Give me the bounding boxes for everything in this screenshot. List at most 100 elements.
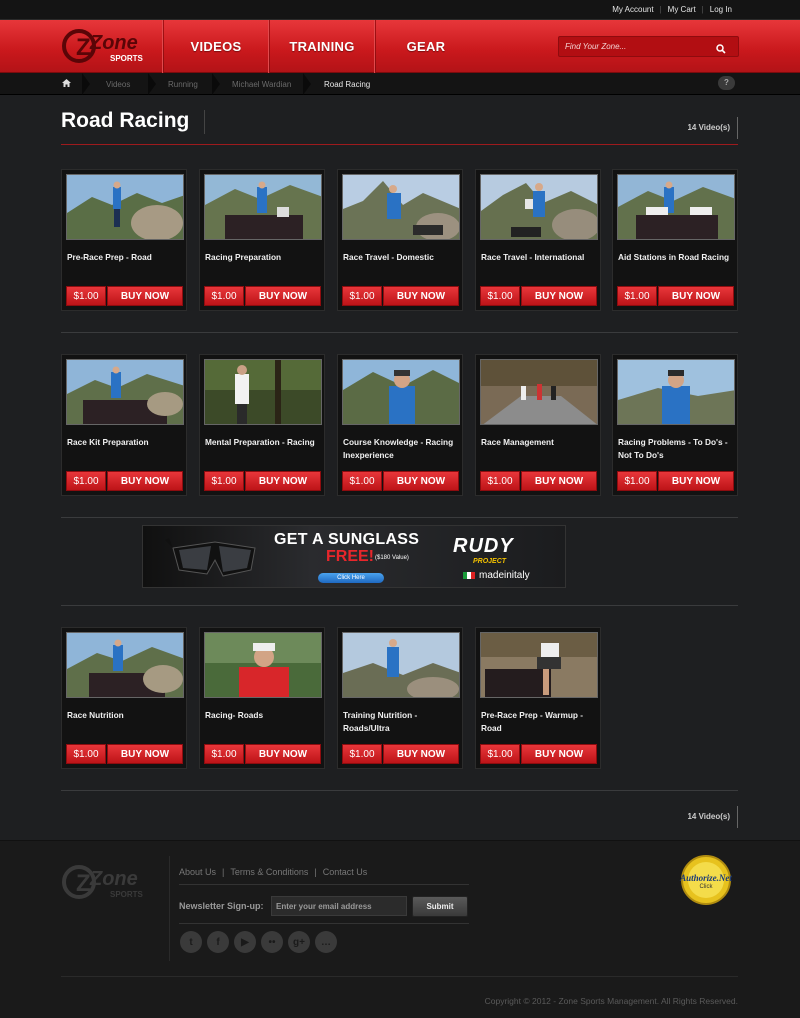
- video-thumbnail[interactable]: [480, 359, 598, 425]
- sunglass-promo-banner[interactable]: GET A SUNGLASS FREE! ($180 Value) Click …: [142, 525, 566, 588]
- price-tag[interactable]: $1.00: [342, 286, 382, 306]
- breadcrumb-videos[interactable]: Videos: [106, 80, 130, 89]
- footer-divider: [169, 856, 170, 961]
- video-thumbnail[interactable]: [66, 359, 184, 425]
- price-tag[interactable]: $1.00: [204, 286, 244, 306]
- search-icon[interactable]: [716, 41, 726, 59]
- video-title[interactable]: Race Management: [480, 436, 596, 464]
- price-tag[interactable]: $1.00: [480, 286, 520, 306]
- footer-logo[interactable]: Z Zone SPORTS: [60, 863, 152, 903]
- nav-training[interactable]: TRAINING: [270, 20, 374, 73]
- buy-now-button[interactable]: BUY NOW: [658, 286, 734, 306]
- buy-now-button[interactable]: BUY NOW: [658, 471, 734, 491]
- video-thumbnail[interactable]: [480, 174, 598, 240]
- video-thumbnail[interactable]: [342, 632, 460, 698]
- video-thumbnail[interactable]: [480, 632, 598, 698]
- twitter-icon[interactable]: t: [180, 931, 202, 953]
- video-title[interactable]: Training Nutrition - Roads/Ultra: [342, 709, 458, 737]
- banner-headline: GET A SUNGLASS: [274, 531, 420, 548]
- price-tag[interactable]: $1.00: [204, 471, 244, 491]
- google-plus-icon[interactable]: g+: [288, 931, 310, 953]
- home-icon[interactable]: [62, 79, 71, 89]
- nav-videos[interactable]: VIDEOS: [164, 20, 268, 73]
- price-tag[interactable]: $1.00: [66, 286, 106, 306]
- video-title[interactable]: Race Nutrition: [66, 709, 182, 737]
- log-in-link[interactable]: Log In: [704, 5, 738, 14]
- buy-now-button[interactable]: BUY NOW: [107, 744, 183, 764]
- video-card: Race Management $1.00 BUY NOW: [475, 354, 601, 496]
- video-thumbnail[interactable]: [617, 359, 735, 425]
- video-title[interactable]: Racing Problems - To Do's - Not To Do's: [617, 436, 733, 464]
- video-title[interactable]: Racing- Roads: [204, 709, 320, 737]
- buy-now-button[interactable]: BUY NOW: [383, 286, 459, 306]
- video-title[interactable]: Race Kit Preparation: [66, 436, 182, 464]
- video-title[interactable]: Race Travel - International: [480, 251, 596, 279]
- authorize-net-seal[interactable]: Authorize.Net Click: [674, 854, 738, 912]
- price-tag[interactable]: $1.00: [617, 286, 657, 306]
- price-tag[interactable]: $1.00: [480, 471, 520, 491]
- page-title: Road Racing: [61, 109, 190, 132]
- video-thumbnail[interactable]: [204, 632, 322, 698]
- svg-text:Z: Z: [76, 870, 91, 897]
- price-tag[interactable]: $1.00: [204, 744, 244, 764]
- link-separator: |: [314, 867, 317, 877]
- breadcrumb-running[interactable]: Running: [168, 80, 198, 89]
- video-title[interactable]: Pre-Race Prep - Road: [66, 251, 182, 279]
- newsletter-submit-button[interactable]: Submit: [412, 896, 468, 917]
- video-title[interactable]: Mental Preparation - Racing: [204, 436, 320, 464]
- buy-now-button[interactable]: BUY NOW: [521, 286, 597, 306]
- newsletter-email-input[interactable]: [271, 896, 407, 916]
- footer-links: About Us | Terms & Conditions | Contact …: [179, 867, 367, 877]
- flickr-icon[interactable]: ••: [261, 931, 283, 953]
- about-us-link[interactable]: About Us: [179, 867, 216, 877]
- search-input[interactable]: [565, 42, 705, 51]
- video-title[interactable]: Pre-Race Prep - Warmup - Road: [480, 709, 596, 737]
- chat-icon[interactable]: …: [315, 931, 337, 953]
- video-count-bottom: 14 Video(s): [687, 812, 730, 821]
- breadcrumb-arrow: [148, 73, 156, 95]
- newsletter-label: Newsletter Sign-up:: [179, 901, 264, 911]
- nav-gear[interactable]: GEAR: [376, 20, 476, 73]
- buy-now-button[interactable]: BUY NOW: [245, 471, 321, 491]
- zone-sports-logo[interactable]: Z Zone SPORTS: [60, 27, 152, 67]
- my-cart-link[interactable]: My Cart: [662, 5, 702, 14]
- video-thumbnail[interactable]: [204, 359, 322, 425]
- video-thumbnail[interactable]: [617, 174, 735, 240]
- buy-now-button[interactable]: BUY NOW: [383, 744, 459, 764]
- video-card: Race Kit Preparation $1.00 BUY NOW: [61, 354, 187, 496]
- buy-now-button[interactable]: BUY NOW: [107, 286, 183, 306]
- youtube-icon[interactable]: ▶: [234, 931, 256, 953]
- banner-click-here-button[interactable]: Click Here: [318, 573, 384, 583]
- video-card: Course Knowledge - Racing Inexperience $…: [337, 354, 463, 496]
- buy-now-button[interactable]: BUY NOW: [521, 744, 597, 764]
- rudy-project-logo: RUDY: [453, 535, 514, 557]
- buy-now-button[interactable]: BUY NOW: [107, 471, 183, 491]
- video-thumbnail[interactable]: [204, 174, 322, 240]
- price-tag[interactable]: $1.00: [617, 471, 657, 491]
- price-tag[interactable]: $1.00: [66, 744, 106, 764]
- breadcrumb-michael-wardian[interactable]: Michael Wardian: [232, 80, 291, 89]
- video-thumbnail[interactable]: [342, 174, 460, 240]
- video-thumbnail[interactable]: [66, 174, 184, 240]
- contact-us-link[interactable]: Contact Us: [323, 867, 368, 877]
- buy-row: $1.00 BUY NOW: [342, 744, 459, 764]
- buy-now-button[interactable]: BUY NOW: [521, 471, 597, 491]
- help-button[interactable]: ?: [718, 76, 735, 90]
- buy-now-button[interactable]: BUY NOW: [245, 744, 321, 764]
- video-title[interactable]: Race Travel - Domestic: [342, 251, 458, 279]
- video-title[interactable]: Aid Stations in Road Racing: [617, 251, 733, 279]
- video-thumbnail[interactable]: [342, 359, 460, 425]
- price-tag[interactable]: $1.00: [480, 744, 520, 764]
- facebook-icon[interactable]: f: [207, 931, 229, 953]
- price-tag[interactable]: $1.00: [66, 471, 106, 491]
- terms-link[interactable]: Terms & Conditions: [230, 867, 308, 877]
- buy-now-button[interactable]: BUY NOW: [383, 471, 459, 491]
- my-account-link[interactable]: My Account: [606, 5, 659, 14]
- price-tag[interactable]: $1.00: [342, 744, 382, 764]
- video-title[interactable]: Course Knowledge - Racing Inexperience: [342, 436, 458, 464]
- video-title[interactable]: Racing Preparation: [204, 251, 320, 279]
- video-thumbnail[interactable]: [66, 632, 184, 698]
- price-tag[interactable]: $1.00: [342, 471, 382, 491]
- video-card: Racing Problems - To Do's - Not To Do's …: [612, 354, 738, 496]
- buy-now-button[interactable]: BUY NOW: [245, 286, 321, 306]
